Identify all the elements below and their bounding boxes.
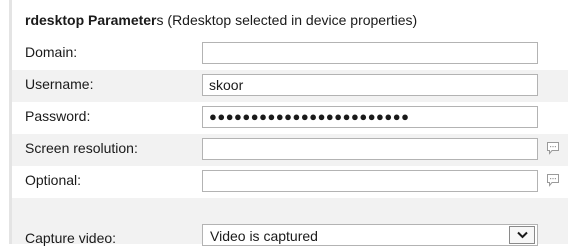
- section-title-bold: rdesktop Parameter: [25, 12, 157, 28]
- screen-resolution-label: Screen resolution:: [25, 140, 138, 156]
- domain-label: Domain:: [25, 44, 78, 60]
- optional-input[interactable]: [202, 170, 538, 192]
- username-label: Username:: [25, 76, 94, 92]
- password-input[interactable]: ●●●●●●●●●●●●●●●●●●●●●●●●: [202, 106, 538, 128]
- rdesktop-parameters-panel: rdesktop Parameters (Rdesktop selected i…: [0, 0, 568, 246]
- dropdown-button[interactable]: [509, 226, 535, 244]
- capture-video-selected-value: Video is captured: [210, 228, 318, 244]
- section-title: rdesktop Parameters (Rdesktop selected i…: [25, 12, 417, 28]
- domain-input[interactable]: [202, 42, 538, 64]
- optional-row: Optional:: [12, 166, 568, 198]
- capture-video-row: Capture video: Video is captured: [12, 198, 568, 246]
- screen-resolution-row: Screen resolution:: [12, 134, 568, 166]
- password-row: Password: ●●●●●●●●●●●●●●●●●●●●●●●●: [12, 102, 568, 134]
- optional-label: Optional:: [25, 172, 82, 188]
- section-title-rest: s (Rdesktop selected in device propertie…: [156, 12, 418, 28]
- chevron-down-icon: [517, 231, 528, 239]
- comment-icon[interactable]: [546, 141, 560, 155]
- domain-row: Domain:: [12, 38, 568, 70]
- capture-video-select[interactable]: Video is captured: [202, 224, 538, 246]
- password-label: Password:: [25, 108, 91, 124]
- comment-icon[interactable]: [546, 173, 560, 187]
- username-row: Username:: [12, 70, 568, 102]
- screen-resolution-input[interactable]: [202, 138, 538, 160]
- username-input[interactable]: [202, 74, 538, 96]
